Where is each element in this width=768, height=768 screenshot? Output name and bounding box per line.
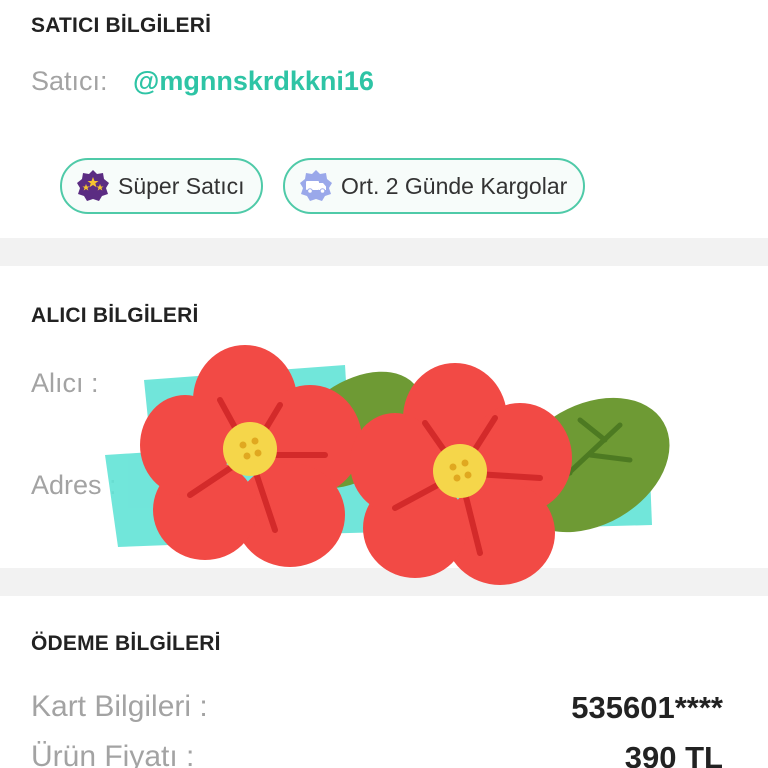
buyer-label: Alıcı : — [31, 368, 99, 398]
redaction-flower-sticker — [105, 345, 670, 585]
star-badge-icon — [77, 170, 109, 201]
card-info-label: Kart Bilgileri : — [31, 690, 208, 723]
fast-shipping-badge[interactable]: Ort. 2 Günde Kargolar — [283, 158, 586, 214]
super-seller-badge-label: Süper Satıcı — [118, 172, 245, 199]
truck-badge-icon — [300, 170, 332, 201]
fast-shipping-badge-label: Ort. 2 Günde Kargolar — [341, 172, 568, 199]
product-price-value: 390 TL — [624, 740, 723, 768]
seller-section-title: SATICI BİLGİLERİ — [31, 14, 212, 37]
product-price-label: Ürün Fiyatı : — [31, 740, 195, 768]
seller-section: SATICI BİLGİLERİ Satıcı: @mgnnskrdkkni16… — [0, 0, 768, 238]
buyer-section-title: ALICI BİLGİLERİ — [31, 304, 199, 327]
payment-section-title: ÖDEME BİLGİLERİ — [31, 632, 221, 655]
section-divider — [0, 238, 768, 266]
seller-label: Satıcı: — [31, 66, 108, 96]
card-info-value: 535601**** — [571, 690, 723, 725]
payment-section: ÖDEME BİLGİLERİ Kart Bilgileri : 535601*… — [0, 596, 768, 768]
seller-name-link[interactable]: @mgnnskrdkkni16 — [133, 66, 374, 97]
super-seller-badge[interactable]: Süper Satıcı — [60, 158, 263, 214]
